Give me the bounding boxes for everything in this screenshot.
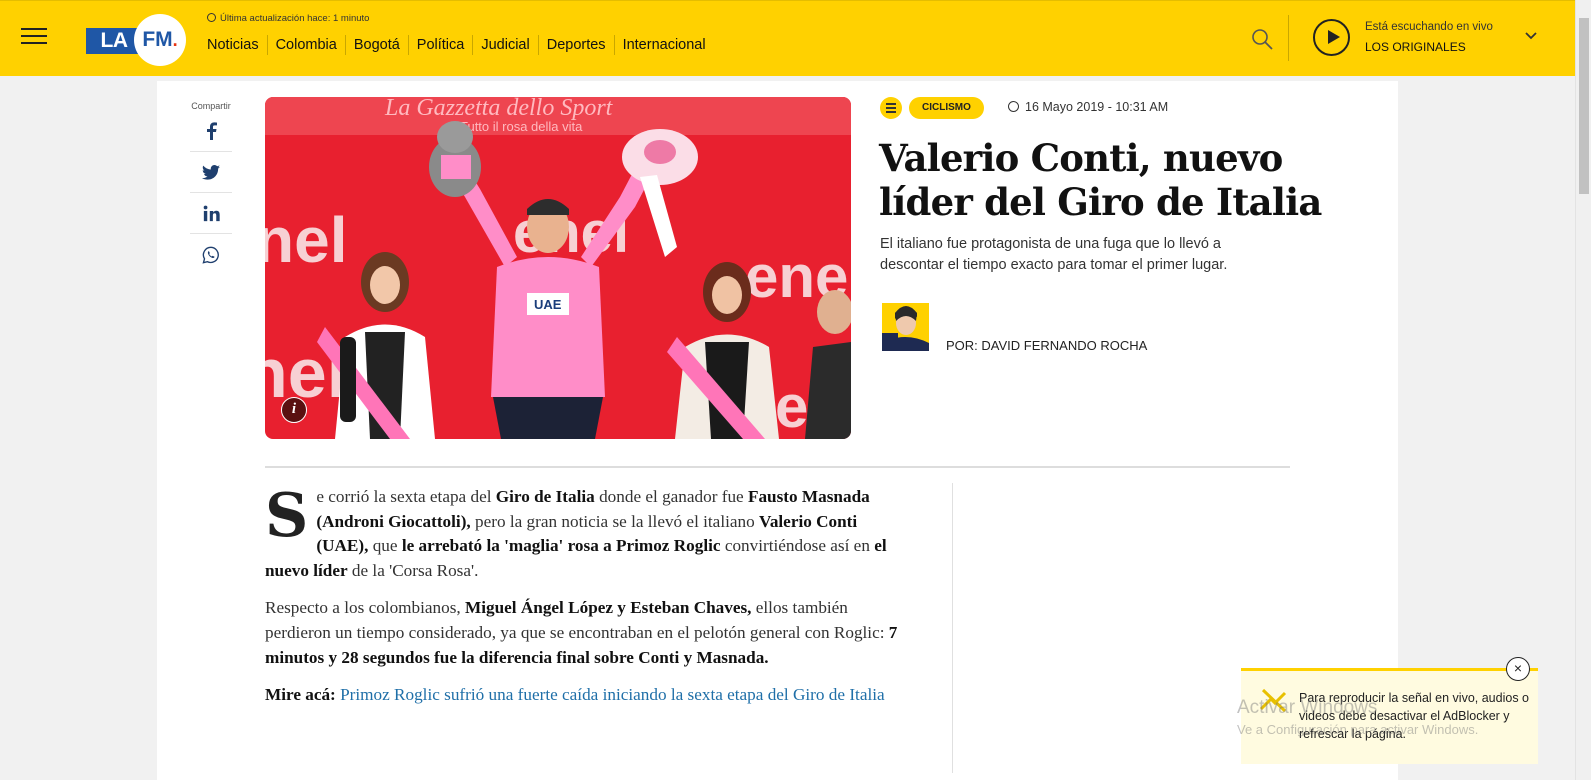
article-date: 16 Mayo 2019 - 10:31 AM	[1008, 100, 1168, 114]
linkedin-icon	[203, 205, 220, 221]
clock-icon	[1008, 101, 1019, 112]
scrollbar[interactable]	[1575, 0, 1591, 780]
share-bar: Compartir	[190, 101, 232, 275]
article-title: Valerio Conti, nuevo líder del Giro de I…	[879, 136, 1322, 224]
author-avatar[interactable]	[882, 303, 929, 351]
live-label: Está escuchando en vivo	[1365, 21, 1493, 33]
text: convirtiéndose así en	[720, 536, 875, 556]
share-twitter[interactable]	[190, 152, 232, 193]
chevron-down-icon[interactable]	[1524, 29, 1538, 43]
menu-icon[interactable]	[21, 28, 47, 46]
last-update: Última actualización hace: 1 minuto	[207, 13, 369, 24]
main-nav: Noticias Colombia Bogotá Política Judici…	[207, 35, 714, 55]
svg-text:nel: nel	[265, 204, 347, 276]
share-facebook[interactable]	[190, 111, 232, 152]
podium-illustration: La Gazzetta dello Sport Tutto il rosa de…	[265, 97, 851, 439]
text: que	[368, 536, 402, 556]
paragraph-2: Respecto a los colombianos, Miguel Ángel…	[265, 596, 905, 670]
nav-deportes[interactable]: Deportes	[537, 35, 614, 55]
facebook-icon	[207, 122, 217, 140]
photo-sign-sub: Tutto il rosa della vita	[460, 119, 583, 134]
text: Respecto a los colombianos,	[265, 598, 466, 618]
article-date-text: 16 Mayo 2019 - 10:31 AM	[1025, 100, 1169, 114]
divider	[265, 466, 1290, 468]
svg-text:UAE: UAE	[534, 297, 562, 312]
share-linkedin[interactable]	[190, 193, 232, 234]
text: pero la gran noticia se la llevó el ital…	[470, 511, 759, 531]
paragraph-3: Mire acá: Primoz Roglic sufrió una fuert…	[265, 683, 905, 708]
play-live-button[interactable]	[1313, 19, 1350, 56]
nav-noticias[interactable]: Noticias	[207, 35, 267, 55]
site-header: LA FM. Última actualización hace: 1 minu…	[0, 0, 1575, 76]
scrollbar-thumb[interactable]	[1579, 18, 1589, 194]
list-icon[interactable]	[880, 97, 902, 119]
photo-sign: La Gazzetta dello Sport	[384, 97, 614, 121]
dropcap: S	[265, 481, 309, 551]
bold-text: le arrebató la 'maglia' rosa a Primoz Ro…	[401, 536, 721, 556]
search-icon[interactable]	[1251, 28, 1273, 50]
share-whatsapp[interactable]	[190, 234, 232, 275]
windows-watermark-sub: Ve a Configuración para activar Windows.	[1237, 722, 1479, 737]
text: e corrió la sexta etapa del	[316, 487, 496, 506]
see-also-label: Mire acá:	[265, 685, 336, 705]
share-label: Compartir	[191, 101, 231, 111]
nav-politica[interactable]: Política	[407, 35, 473, 55]
author-name[interactable]: POR: DAVID FERNANDO ROCHA	[946, 338, 1147, 353]
text: donde el ganador fue	[594, 487, 748, 506]
whatsapp-icon	[202, 246, 219, 264]
bold-text: Giro de Italia	[495, 487, 595, 506]
column-divider	[952, 483, 953, 773]
nav-judicial[interactable]: Judicial	[472, 35, 537, 55]
clock-icon	[207, 13, 216, 22]
nav-bogota[interactable]: Bogotá	[344, 35, 408, 55]
lafm-logo[interactable]: LA FM.	[86, 14, 186, 66]
live-program[interactable]: LOS ORIGINALES	[1365, 40, 1466, 54]
nav-internacional[interactable]: Internacional	[613, 35, 714, 55]
close-icon[interactable]: ×	[1506, 657, 1530, 681]
nav-colombia[interactable]: Colombia	[266, 35, 345, 55]
category-badge[interactable]: CICLISMO	[909, 97, 984, 119]
text: de la 'Corsa Rosa'.	[347, 560, 479, 580]
twitter-icon	[202, 164, 220, 180]
last-update-text: Última actualización hace: 1 minuto	[220, 13, 370, 24]
bold-text: Miguel Ángel López y Esteban Chaves,	[465, 598, 752, 618]
article-body: Se corrió la sexta etapa del Giro de Ita…	[265, 485, 905, 721]
article-lead: El italiano fue protagonista de una fuga…	[880, 236, 1228, 273]
related-article-link[interactable]: Primoz Roglic sufrió una fuerte caída in…	[340, 685, 885, 704]
photo-info-button[interactable]: i	[281, 397, 307, 423]
logo-fm: FM.	[134, 14, 186, 66]
header-divider	[1288, 15, 1289, 61]
windows-watermark: Activar Windows	[1237, 697, 1378, 718]
article-photo: La Gazzetta dello Sport Tutto il rosa de…	[265, 97, 851, 439]
paragraph-1: Se corrió la sexta etapa del Giro de Ita…	[265, 485, 905, 583]
